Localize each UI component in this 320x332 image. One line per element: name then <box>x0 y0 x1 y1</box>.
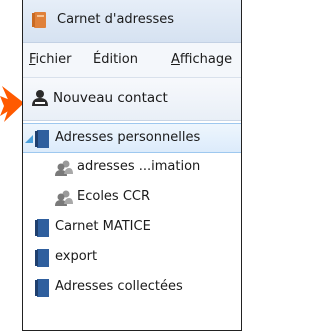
tree-item-label: Ecoles CCR <box>77 189 151 204</box>
tree-item-export[interactable]: export <box>23 243 241 273</box>
menu-fichier[interactable]: Fichier <box>29 52 72 67</box>
menu-edition[interactable]: Édition <box>93 52 138 67</box>
address-book-icon <box>35 130 49 148</box>
tree-item-adresses-personnelles[interactable]: Adresses personnelles <box>23 123 241 153</box>
tree-item-adresses-collectees[interactable]: Adresses collectées <box>23 273 241 303</box>
tree-item-label: adresses ...imation <box>77 159 201 174</box>
new-contact-label: Nouveau contact <box>53 90 168 106</box>
address-book-window: Carnet d'adresses Fichier Édition Affich… <box>22 0 242 331</box>
tree-item-label: Adresses collectées <box>55 279 183 294</box>
person-add-icon <box>32 90 48 106</box>
contact-list-icon <box>55 160 73 176</box>
address-book-icon <box>35 219 49 237</box>
expand-triangle-icon[interactable] <box>25 135 33 143</box>
menu-affichage[interactable]: Affichage <box>171 52 232 67</box>
address-book-app-icon <box>32 12 46 28</box>
tree-item-carnet-matice[interactable]: Carnet MATICE <box>23 213 241 243</box>
tree-item-label: Carnet MATICE <box>55 219 151 234</box>
contact-list-icon <box>55 190 73 206</box>
toolbar: Nouveau contact <box>23 78 241 121</box>
window-title: Carnet d'adresses <box>57 12 175 27</box>
title-bar: Carnet d'adresses <box>23 0 241 43</box>
menu-bar: Fichier Édition Affichage <box>23 43 241 78</box>
tree-item-label: Adresses personnelles <box>55 130 201 145</box>
address-book-tree: Adresses personnelles adresses ...imatio… <box>23 121 241 330</box>
address-book-icon <box>35 279 49 297</box>
tree-item-label: export <box>55 249 98 264</box>
tree-item-ecoles-ccr[interactable]: Ecoles CCR <box>23 183 241 213</box>
tree-item-adresses-imation[interactable]: adresses ...imation <box>23 153 241 183</box>
address-book-icon <box>35 249 49 267</box>
